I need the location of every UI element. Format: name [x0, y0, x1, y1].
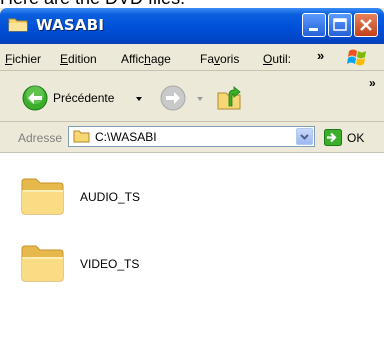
menu-fichier-rest: ichier	[12, 52, 42, 66]
file-list: AUDIO_TS VIDEO_TS	[0, 153, 384, 338]
menu-bar: Fichier Edition Affichage Favoris Outil:…	[0, 44, 384, 71]
windows-logo-icon	[347, 49, 366, 66]
back-arrow-icon[interactable]	[22, 85, 48, 111]
back-button-label[interactable]: Précédente	[53, 91, 114, 105]
address-label: Adresse	[18, 131, 63, 145]
explorer-window: WASABI Fichier Edition Affichage Favoris…	[0, 8, 384, 338]
back-dropdown-icon[interactable]	[136, 97, 142, 101]
folder-name[interactable]: AUDIO_TS	[80, 190, 140, 204]
window-title: WASABI	[36, 16, 105, 34]
go-button-label[interactable]: OK	[347, 131, 364, 145]
minimize-icon	[309, 28, 318, 31]
folder-item[interactable]: AUDIO_TS	[20, 176, 220, 226]
maximize-button[interactable]	[328, 13, 352, 37]
menu-favoris[interactable]: Favoris	[200, 52, 239, 66]
forward-dropdown-icon[interactable]	[197, 97, 203, 101]
address-bar: Adresse C:\WASABI OK	[0, 122, 384, 153]
address-path[interactable]: C:\WASABI	[95, 130, 157, 144]
menu-affichage[interactable]: Affichage	[121, 52, 171, 66]
folder-icon	[8, 18, 28, 32]
address-input[interactable]: C:\WASABI	[68, 126, 315, 147]
page-caption: Here are the DVD files:	[0, 0, 384, 8]
address-dropdown-button[interactable]	[296, 128, 313, 145]
go-arrow-icon[interactable]	[324, 129, 342, 146]
close-button[interactable]	[354, 13, 378, 37]
minimize-button[interactable]	[302, 13, 326, 37]
chevron-down-icon	[300, 134, 309, 140]
menu-edition[interactable]: Edition	[60, 52, 97, 66]
menu-overflow-chevron[interactable]: »	[317, 48, 324, 63]
title-bar[interactable]: WASABI	[0, 8, 384, 44]
toolbar-overflow-chevron[interactable]: »	[369, 76, 376, 90]
menu-outils[interactable]: Outil:	[263, 52, 291, 66]
close-icon	[360, 19, 372, 31]
folder-name[interactable]: VIDEO_TS	[80, 257, 139, 271]
forward-arrow-icon[interactable]	[160, 85, 186, 111]
folder-icon	[21, 245, 64, 282]
menu-fichier[interactable]: Fichier	[5, 52, 41, 66]
folder-icon	[21, 178, 64, 215]
folder-icon	[73, 130, 90, 143]
toolbar: Précédente »	[0, 71, 384, 122]
folder-up-icon[interactable]	[215, 85, 243, 111]
maximize-icon	[333, 18, 347, 31]
folder-item[interactable]: VIDEO_TS	[20, 243, 220, 293]
